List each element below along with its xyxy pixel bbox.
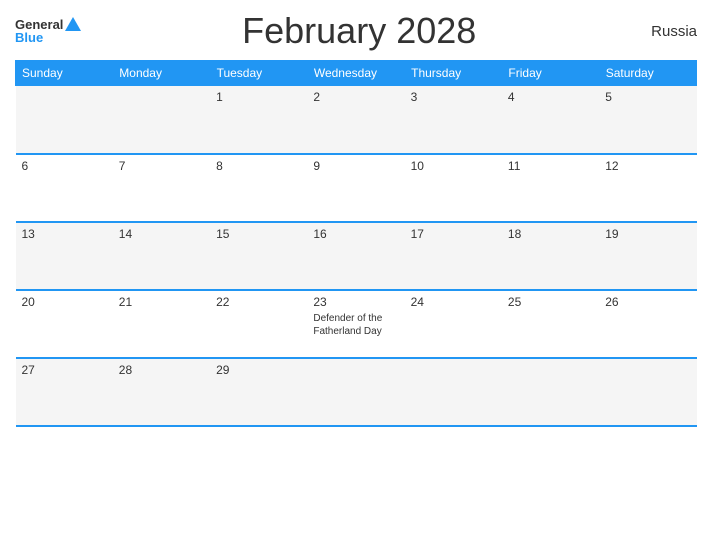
calendar-day-cell: [16, 86, 113, 154]
calendar-day-cell: 3: [405, 86, 502, 154]
calendar-day-cell: 4: [502, 86, 599, 154]
calendar-day-cell: [307, 358, 404, 426]
calendar-body: 1234567891011121314151617181920212223Def…: [16, 86, 697, 426]
logo-triangle-icon: [65, 17, 81, 31]
day-number: 4: [508, 90, 593, 104]
calendar-day-cell: 1: [210, 86, 307, 154]
calendar-day-cell: 2: [307, 86, 404, 154]
calendar-day-cell: 8: [210, 154, 307, 222]
country-label: Russia: [637, 23, 697, 40]
day-number: 12: [605, 159, 690, 173]
day-number: 25: [508, 295, 593, 309]
day-number: 10: [411, 159, 496, 173]
day-number: 28: [119, 363, 204, 377]
calendar-day-cell: [405, 358, 502, 426]
day-number: 17: [411, 227, 496, 241]
calendar-day-cell: 15: [210, 222, 307, 290]
day-number: 23: [313, 295, 398, 309]
calendar-day-cell: 22: [210, 290, 307, 358]
calendar-day-cell: 18: [502, 222, 599, 290]
calendar-day-cell: 28: [113, 358, 210, 426]
weekday-header: Sunday: [16, 61, 113, 86]
calendar-day-cell: 26: [599, 290, 696, 358]
weekday-header: Thursday: [405, 61, 502, 86]
day-number: 11: [508, 159, 593, 173]
weekday-header: Saturday: [599, 61, 696, 86]
calendar-day-cell: 19: [599, 222, 696, 290]
day-number: 20: [22, 295, 107, 309]
calendar-day-cell: 9: [307, 154, 404, 222]
calendar-day-cell: 29: [210, 358, 307, 426]
day-number: 1: [216, 90, 301, 104]
day-number: 26: [605, 295, 690, 309]
calendar-week-row: 20 21 22 23 Defender of the Fatherland Day 24…: [16, 290, 697, 358]
day-number: 16: [313, 227, 398, 241]
calendar-header: SundayMondayTuesdayWednesdayThursdayFrid…: [16, 61, 697, 86]
calendar-day-cell: 11: [502, 154, 599, 222]
calendar-day-cell: 23 Defender of the Fatherland Day: [307, 290, 404, 358]
day-number: 8: [216, 159, 301, 173]
logo-blue: Blue: [15, 31, 81, 44]
logo-top: General Blue: [15, 18, 81, 44]
weekday-header: Wednesday: [307, 61, 404, 86]
calendar-day-cell: 16: [307, 222, 404, 290]
day-number: 13: [22, 227, 107, 241]
calendar-day-cell: 17: [405, 222, 502, 290]
calendar-week-row: 12345: [16, 86, 697, 154]
weekday-row: SundayMondayTuesdayWednesdayThursdayFrid…: [16, 61, 697, 86]
calendar-day-cell: 14: [113, 222, 210, 290]
calendar-day-cell: [502, 358, 599, 426]
calendar-week-row: 6789 10 11 12: [16, 154, 697, 222]
day-number: 2: [313, 90, 398, 104]
calendar-page: General Blue February 2028 Russia Sunday…: [0, 0, 712, 550]
day-number: 21: [119, 295, 204, 309]
holiday-label: Defender of the Fatherland Day: [313, 312, 398, 338]
day-number: 3: [411, 90, 496, 104]
calendar-day-cell: 27: [16, 358, 113, 426]
calendar-day-cell: [113, 86, 210, 154]
calendar-day-cell: 13: [16, 222, 113, 290]
day-number: 27: [22, 363, 107, 377]
day-number: 29: [216, 363, 301, 377]
header: General Blue February 2028 Russia: [15, 10, 697, 52]
calendar-day-cell: 21: [113, 290, 210, 358]
calendar-day-cell: 12: [599, 154, 696, 222]
weekday-header: Friday: [502, 61, 599, 86]
day-number: 22: [216, 295, 301, 309]
day-number: 19: [605, 227, 690, 241]
weekday-header: Monday: [113, 61, 210, 86]
day-number: 14: [119, 227, 204, 241]
calendar-week-row: 13 14 15 16 17 18 19: [16, 222, 697, 290]
day-number: 6: [22, 159, 107, 173]
calendar-day-cell: 7: [113, 154, 210, 222]
day-number: 15: [216, 227, 301, 241]
day-number: 7: [119, 159, 204, 173]
calendar-week-row: 27 28 29: [16, 358, 697, 426]
calendar-day-cell: 6: [16, 154, 113, 222]
day-number: 9: [313, 159, 398, 173]
calendar-table: SundayMondayTuesdayWednesdayThursdayFrid…: [15, 60, 697, 427]
weekday-header: Tuesday: [210, 61, 307, 86]
calendar-day-cell: 5: [599, 86, 696, 154]
calendar-day-cell: 25: [502, 290, 599, 358]
calendar-day-cell: [599, 358, 696, 426]
day-number: 24: [411, 295, 496, 309]
calendar-day-cell: 20: [16, 290, 113, 358]
day-number: 5: [605, 90, 690, 104]
day-number: 18: [508, 227, 593, 241]
calendar-title: February 2028: [81, 10, 637, 52]
logo: General Blue: [15, 18, 81, 44]
calendar-day-cell: 24: [405, 290, 502, 358]
calendar-day-cell: 10: [405, 154, 502, 222]
